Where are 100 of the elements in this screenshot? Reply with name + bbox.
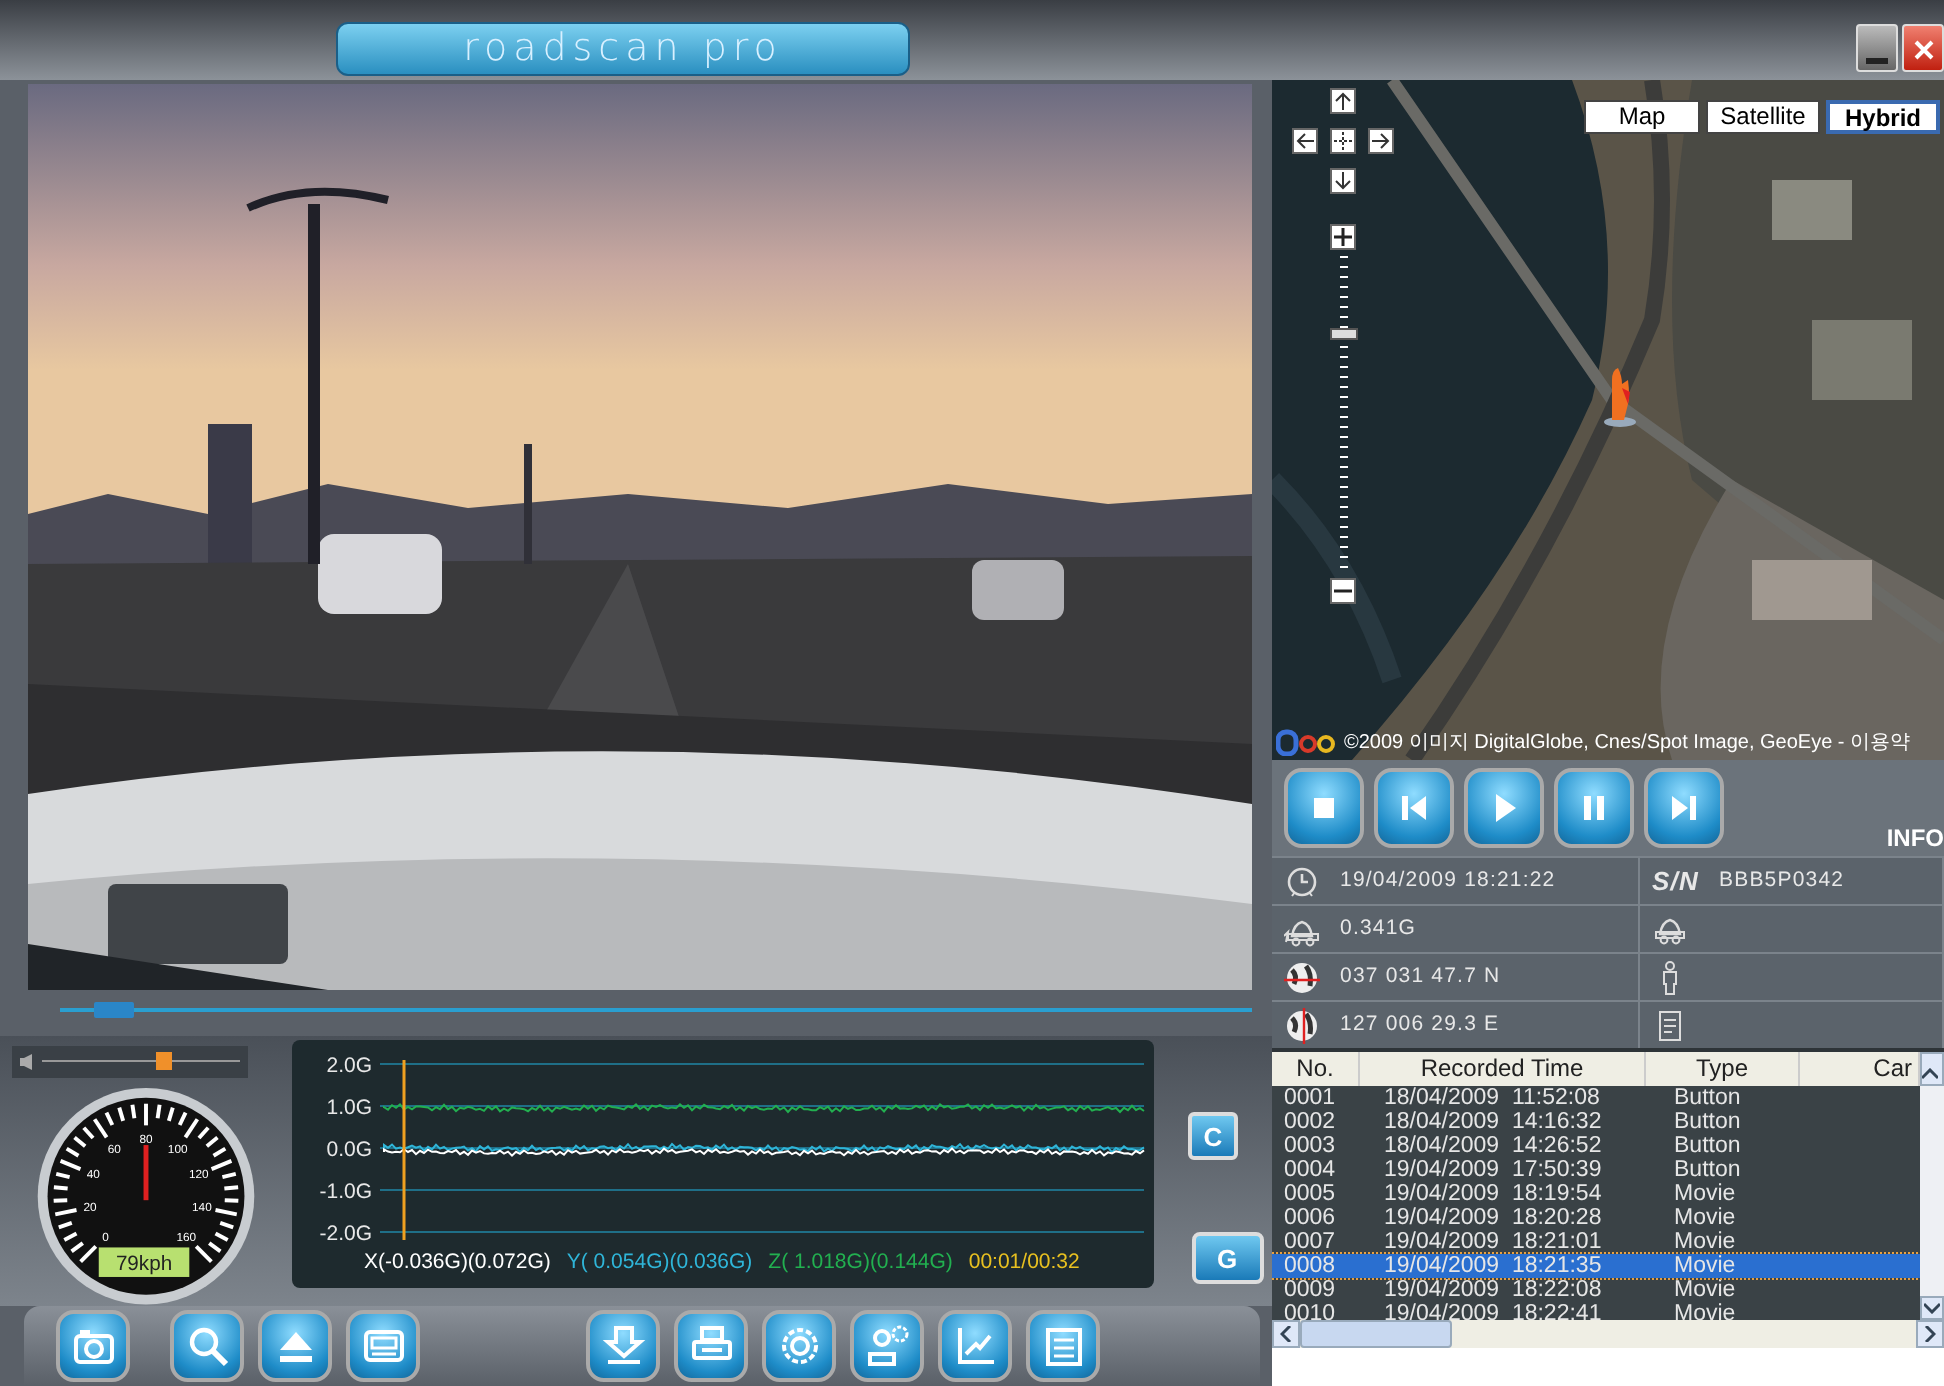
legend-value: Y( 0.054G)(0.036G) [566,1248,753,1278]
table-cell-text: 0008 [1282,1254,1338,1278]
volume-thumb[interactable] [156,1052,173,1071]
table-cell-text: Button [1672,1110,1743,1134]
eject-button[interactable] [258,1310,332,1382]
table-cell-text: Button [1672,1158,1743,1182]
table-cell-text: Movie [1672,1182,1738,1206]
table-cell-text: 0010 [1282,1302,1338,1320]
info-heading: INFO [1886,822,1944,856]
table-cell-text: 19/04/2009 18:21:35 [1382,1254,1604,1278]
column-header[interactable]: Recorded Time [1360,1052,1646,1086]
previous-button[interactable] [1374,768,1454,848]
minimize-button[interactable] [1856,24,1898,72]
table-cell-text: Movie [1672,1254,1738,1278]
zoom-thumb[interactable] [1330,328,1358,341]
map-attribution: ©2009 이미지 DigitalGlobe, Cnes/Spot Image, GeoEye - 이용약 [1344,730,1911,758]
scroll-up-button[interactable] [1920,1052,1944,1086]
camera-icon [71,1324,115,1368]
table-cell-text: 19/04/2009 18:22:08 [1382,1278,1604,1302]
pan-down-button[interactable] [1330,168,1356,194]
app-title: roadscan pro [336,22,910,76]
table-cell-text: 19/04/2009 17:50:39 [1382,1158,1604,1182]
vertical-scrollbar[interactable] [1920,1086,1944,1320]
column-header[interactable]: Type [1646,1052,1800,1086]
serial-label: S/N [1652,863,1699,900]
arrow-up-icon [1334,92,1352,110]
seek-thumb[interactable] [94,1002,135,1018]
printer-button[interactable] [674,1310,748,1382]
legend-value: Z( 1.018G)(0.144G) [768,1248,953,1278]
download-button[interactable] [586,1310,660,1382]
plus-icon [1334,228,1352,246]
table-cell-text: 0006 [1282,1206,1338,1230]
next-button[interactable] [1644,768,1724,848]
axis-tick-label: 0.0G [326,1138,372,1162]
chart-button[interactable] [938,1310,1012,1382]
map-type-tab[interactable]: Hybrid [1826,100,1940,134]
chevron-up-icon [1922,1067,1938,1080]
gauge-needle [143,1144,149,1200]
pause-button[interactable] [1554,768,1634,848]
axis-tick-label: -1.0G [319,1180,372,1204]
table-cell-text: 0001 [1282,1086,1338,1110]
notepad-button[interactable] [1026,1310,1100,1382]
notepad-icon [1041,1324,1085,1368]
table-cell-text: 0009 [1282,1278,1338,1302]
map-type-tab[interactable]: Satellite [1706,100,1820,134]
camera-button[interactable] [56,1310,130,1382]
pan-up-button[interactable] [1330,88,1356,114]
record-row[interactable]: 0006 19/04/2009 18:20:28 Movie [1272,1206,1920,1230]
volume-slider[interactable] [12,1046,248,1078]
record-row[interactable]: 0004 19/04/2009 17:50:39 Button [1272,1158,1920,1182]
table-cell-text: Button [1672,1134,1743,1158]
speed-readout-background [98,1246,190,1277]
record-row[interactable]: 0008 19/04/2009 18:21:35 Movie [1272,1254,1920,1278]
record-row[interactable]: 0010 19/04/2009 18:22:41 Movie [1272,1302,1920,1320]
legend-value: X(-0.036G)(0.072G) [364,1248,551,1278]
table-cell-text: 18/04/2009 14:16:32 [1382,1110,1604,1134]
table-cell-text: 0005 [1282,1182,1338,1206]
user-settings-button[interactable] [850,1310,924,1382]
table-cell-text: 0002 [1282,1110,1338,1134]
scroll-thumb[interactable] [1300,1320,1452,1348]
map-type-tab[interactable]: Map [1584,100,1700,134]
pan-reset-button[interactable] [1330,128,1356,154]
table-cell-text: 18/04/2009 14:26:52 [1382,1134,1604,1158]
download-icon [601,1324,645,1368]
close-button[interactable] [1902,24,1944,72]
speaker-icon [20,1053,34,1070]
globe-icon [1284,959,1320,995]
axis-tick-label: 2.0G [326,1054,372,1078]
scroll-right-button[interactable] [1916,1320,1944,1348]
table-cell-text: Movie [1672,1206,1738,1230]
record-row[interactable]: 0003 18/04/2009 14:26:52 Button [1272,1134,1920,1158]
pan-right-button[interactable] [1368,128,1394,154]
record-row[interactable]: 0001 18/04/2009 11:52:08 Button [1272,1086,1920,1110]
memory-card-button[interactable] [346,1310,420,1382]
arrow-left-icon [1296,132,1314,150]
close-icon [1913,39,1933,60]
pan-left-button[interactable] [1292,128,1318,154]
timestamp-value: 19/04/2009 18:21:22 [1340,865,1556,896]
zoom-in-button[interactable] [1330,224,1356,250]
move-icon [1334,132,1352,150]
scroll-left-button[interactable] [1272,1320,1300,1348]
record-row[interactable]: 0002 18/04/2009 14:16:32 Button [1272,1110,1920,1134]
table-cell-text: 0004 [1282,1158,1338,1182]
scroll-down-button[interactable] [1920,1296,1944,1320]
column-header[interactable]: No. [1272,1052,1360,1086]
table-cell-text: 19/04/2009 18:22:41 [1382,1302,1604,1320]
settings-button[interactable] [762,1310,836,1382]
table-cell-text: 19/04/2009 18:19:54 [1382,1182,1604,1206]
zoom-out-button[interactable] [1330,578,1356,604]
table-cell-text: Button [1672,1086,1743,1110]
record-row[interactable]: 0009 19/04/2009 18:22:08 Movie [1272,1278,1920,1302]
table-cell-text: 0007 [1282,1230,1338,1254]
play-button[interactable] [1464,768,1544,848]
search-button[interactable] [170,1310,244,1382]
axis-tick-label: 1.0G [326,1096,372,1120]
record-row[interactable]: 0007 19/04/2009 18:21:01 Movie [1272,1230,1920,1254]
horizontal-scrollbar[interactable] [1272,1320,1944,1348]
stop-button[interactable] [1284,768,1364,848]
record-row[interactable]: 0005 19/04/2009 18:19:54 Movie [1272,1182,1920,1206]
chevron-left-icon [1280,1326,1292,1342]
